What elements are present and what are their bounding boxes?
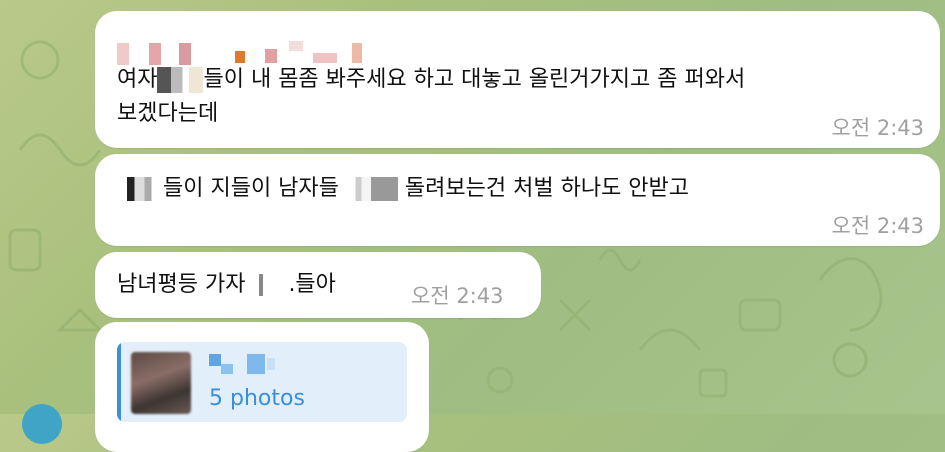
message-text-part: 보겠다는데 [117,101,219,126]
message-timestamp: 오전 2:43 [831,116,924,140]
message-text-part: 남녀평등 가자 [117,272,246,297]
message-text: 들이 지들이 남자들 돌려보는건 처벌 하나도 안받고 [117,172,689,206]
message-text-part: 들이 내 몸좀 봐주세요 하고 대놓고 올린거가지고 좀 퍼와서 [203,67,746,92]
message-timestamp: 오전 2:43 [411,284,504,308]
shared-album-card[interactable]: 5 photos [117,342,407,422]
message-text-part: .들아 [288,272,336,297]
redacted-word [252,274,289,296]
redacted-sender-name [117,41,377,65]
message-bubble[interactable]: 여자 들이 내 몸좀 봐주세요 하고 대놓고 올린거가지고 좀 퍼와서 보겠다는데… [95,11,940,148]
message-text-part: 여자 [117,67,158,92]
quote-bar [117,342,121,422]
redacted-word [117,177,163,201]
redacted-album-title [209,354,309,376]
message-timestamp: 오전 2:43 [831,214,924,238]
message-text-part: 돌려보는건 처벌 하나도 안받고 [404,176,690,201]
message-text: 남녀평등 가자 .들아 [117,268,336,302]
photo-count-label: 5 photos [209,386,305,411]
message-text-part: 들이 지들이 남자들 [163,176,339,201]
redacted-word [345,177,398,201]
album-thumbnail[interactable] [131,352,191,414]
message-text: 여자 들이 내 몸좀 봐주세요 하고 대놓고 올린거가지고 좀 퍼와서 보겠다는데 [117,63,917,131]
redacted-word [157,67,204,93]
message-bubble[interactable]: 5 photos [95,322,429,452]
message-bubble[interactable]: 남녀평등 가자 .들아 오전 2:43 [95,252,541,318]
message-bubble[interactable]: 들이 지들이 남자들 돌려보는건 처벌 하나도 안받고 오전 2:43 [95,154,940,246]
sender-avatar[interactable] [22,404,62,444]
